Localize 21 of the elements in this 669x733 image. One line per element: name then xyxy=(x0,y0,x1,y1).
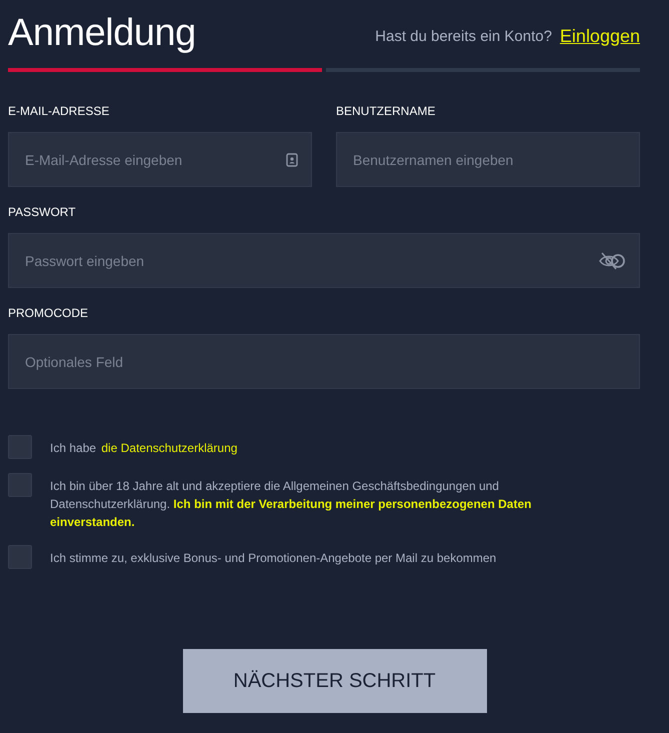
consent-text: Ich habe die Datenschutzerklärung xyxy=(50,440,238,457)
field-label: E-MAIL-ADRESSE xyxy=(8,104,110,120)
page-title: Anmeldung xyxy=(8,12,196,54)
input-field[interactable]: E-Mail-Adresse eingeben xyxy=(8,132,312,187)
consent-text: Ich stimme zu, exklusive Bonus- und Promotionen-Angebote per Mail zu bekommen xyxy=(50,550,496,567)
login-prompt: Hast du bereits ein Konto? xyxy=(375,28,552,44)
checkbox[interactable] xyxy=(8,435,32,459)
input-field[interactable]: Optionales Feld xyxy=(8,334,640,389)
privacy-link[interactable]: die Datenschutzerklärung xyxy=(101,441,238,455)
field-label: PROMOCODE xyxy=(8,306,90,322)
field-label: BENUTZERNAME xyxy=(336,104,436,120)
checkbox[interactable] xyxy=(8,473,32,497)
checkbox[interactable] xyxy=(8,545,32,569)
input-field[interactable]: Passwort eingeben xyxy=(8,233,640,288)
contact-card-icon xyxy=(286,152,298,166)
hide-password-icon[interactable] xyxy=(598,250,626,270)
next-step-button[interactable]: NÄCHSTER SCHRITT xyxy=(182,649,486,713)
consent-text: Ich bin über 18 Jahre alt und akzeptiere die Allgemeinen Geschäftsbedingungen und Datenschutzerklärung. Ich bin mit der Verarbeitung meiner personenbezogenen Daten einverstanden. xyxy=(50,478,532,531)
input-field[interactable]: Benutzernamen eingeben xyxy=(336,132,640,187)
field-label: PASSWORT xyxy=(8,205,77,221)
login-link[interactable]: Einloggen xyxy=(560,26,640,46)
